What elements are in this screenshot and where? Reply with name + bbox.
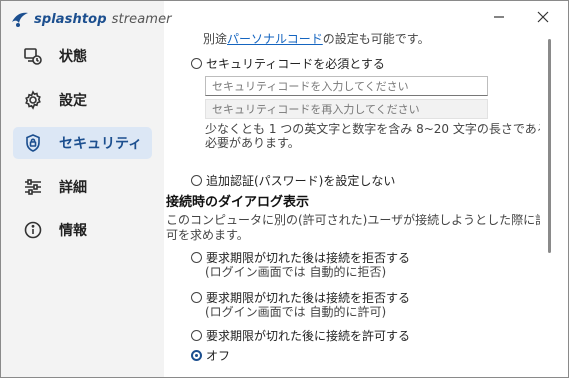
- security-code-confirm-input[interactable]: [205, 99, 488, 119]
- code-hint-line2: 必要があります。: [205, 135, 300, 150]
- sidebar-item-label: 情報: [59, 223, 87, 239]
- personal-code-note-post: の設定も可能です。: [322, 31, 430, 46]
- dialog-option-label: オフ: [206, 348, 231, 363]
- no-extra-auth-label: 追加認証(パスワード)を設定しない: [206, 173, 396, 188]
- sidebar-item-label: 状態: [59, 49, 87, 65]
- personal-code-note: 別途 パーソナルコード の設定も可能です。: [203, 31, 430, 47]
- brand-text: splashtop streamer: [34, 12, 172, 27]
- dialog-heading-text: 接続時のダイアログ表示: [166, 194, 310, 210]
- require-code-radio[interactable]: [191, 57, 202, 69]
- shield-lock-icon: [23, 133, 43, 153]
- scrollbar-thumb[interactable]: [548, 39, 551, 253]
- sidebar-item-label: セキュリティ: [59, 136, 143, 152]
- dialog-option-radio-selected[interactable]: [191, 349, 202, 361]
- close-icon: [537, 11, 549, 23]
- dialog-option-sub-text: (ログイン画面では 自動的に許可): [205, 305, 387, 319]
- dialog-option-radio[interactable]: [191, 329, 202, 341]
- dialog-option-sub: (ログイン画面では 自動的に許可): [205, 304, 386, 319]
- app-window: splashtop streamer 状態 設定 セキュリティ 詳細 情報 別途…: [0, 0, 569, 378]
- gear-icon: [23, 90, 43, 110]
- dialog-option-label: 要求期限が切れた後に接続を許可する: [206, 328, 411, 343]
- sidebar-item-label: 詳細: [59, 180, 87, 196]
- no-extra-auth-radio[interactable]: [191, 174, 202, 186]
- personal-code-link[interactable]: パーソナルコード: [227, 31, 323, 47]
- info-icon: [23, 220, 43, 240]
- dialog-desc-text: 可を求めます。: [166, 228, 249, 242]
- dialog-desc-line2: 可を求めます。: [166, 227, 249, 242]
- dialog-option-radio[interactable]: [191, 251, 202, 263]
- brand-logo: splashtop streamer: [10, 9, 172, 29]
- dialog-option-radio[interactable]: [191, 291, 202, 303]
- brand-product: streamer: [111, 11, 172, 27]
- security-code-input[interactable]: [205, 76, 488, 96]
- dialog-heading: 接続時のダイアログ表示: [166, 191, 310, 210]
- dialog-option-sub-text: (ログイン画面では 自動的に拒否): [205, 265, 387, 279]
- sidebar-item-advanced[interactable]: 詳細: [13, 171, 152, 203]
- dialog-desc-line1: このコンピュータに別の(許可された)ユーザが接続しようとした際に許: [166, 212, 540, 227]
- dialog-option-sub: (ログイン画面では 自動的に拒否): [205, 264, 386, 279]
- close-button[interactable]: [522, 3, 564, 31]
- sidebar-item-settings[interactable]: 設定: [13, 84, 152, 116]
- personal-code-note-pre: 別途: [203, 31, 228, 46]
- code-hint-text: 必要があります。: [205, 135, 300, 150]
- sliders-icon: [23, 177, 43, 197]
- security-settings-panel: 別途パーソナルコードの設定も可能です。 セキュリティコードを必須とする 少なくと…: [164, 31, 540, 377]
- require-code-option[interactable]: セキュリティコードを必須とする: [191, 55, 385, 71]
- content-scrollbar[interactable]: [547, 39, 553, 369]
- dialog-option-allow[interactable]: 要求期限が切れた後に接続を許可する: [191, 327, 410, 343]
- sidebar-item-info[interactable]: 情報: [13, 214, 152, 246]
- sidebar-item-label: 設定: [59, 93, 87, 109]
- sidebar-item-status[interactable]: 状態: [13, 40, 152, 72]
- status-icon: [23, 46, 43, 66]
- sidebar-item-security[interactable]: セキュリティ: [13, 127, 152, 159]
- brand-name: splashtop: [34, 11, 107, 27]
- require-code-label: セキュリティコードを必須とする: [206, 56, 385, 71]
- no-extra-auth-option[interactable]: 追加認証(パスワード)を設定しない: [191, 172, 395, 188]
- dialog-option-off[interactable]: オフ: [191, 347, 230, 363]
- splashtop-logo-icon: [12, 12, 28, 27]
- minimize-icon: [494, 16, 504, 18]
- minimize-button[interactable]: [478, 3, 520, 31]
- sidebar: splashtop streamer 状態 設定 セキュリティ 詳細 情報: [1, 1, 172, 377]
